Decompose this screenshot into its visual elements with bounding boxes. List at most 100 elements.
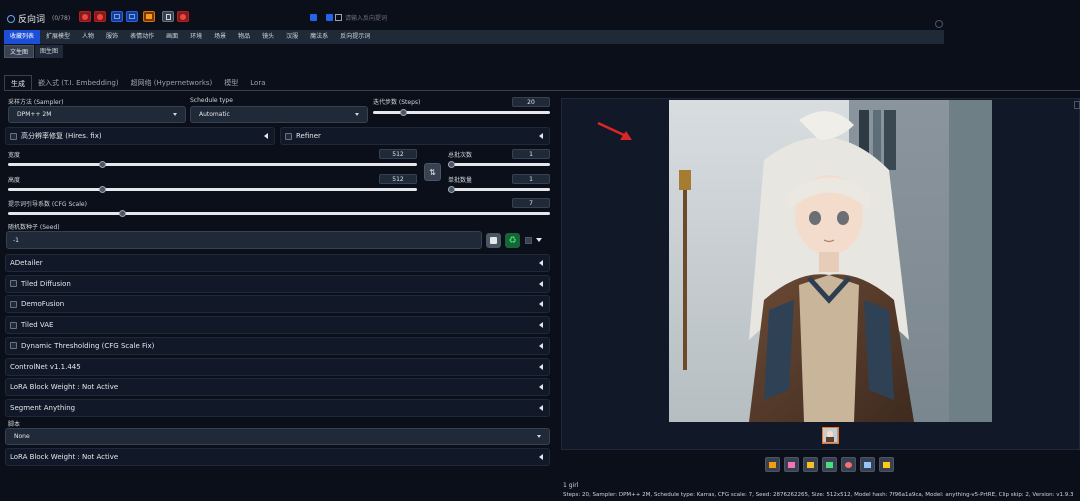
accordion-checkbox[interactable]: [10, 300, 17, 308]
extension-accordion[interactable]: Segment Anything: [5, 398, 550, 417]
output-toolbar: [765, 457, 894, 472]
cfg-label: 提示词引导系数 (CFG Scale): [8, 201, 87, 208]
height-thumb[interactable]: [99, 186, 107, 193]
panel-corner-icon[interactable]: [1074, 101, 1080, 109]
width-thumb[interactable]: [99, 161, 107, 168]
main-tab[interactable]: 模型: [218, 75, 244, 91]
batch-count-thumb[interactable]: [448, 161, 455, 168]
category-tab[interactable]: 服饰: [100, 30, 124, 44]
extension-accordion[interactable]: DemoFusion: [5, 295, 550, 314]
trash-icon: [180, 13, 186, 20]
trash-button[interactable]: [177, 11, 189, 22]
accordion-checkbox[interactable]: [10, 321, 17, 329]
history-button[interactable]: [162, 11, 174, 22]
width-input[interactable]: 512: [379, 149, 417, 159]
batch-size-thumb[interactable]: [448, 186, 455, 193]
main-tab[interactable]: 嵌入式 (T.I. Embedding): [32, 75, 125, 91]
batch-size-input[interactable]: 1: [512, 174, 550, 184]
lora-block-weight-bottom-label: LoRA Block Weight : Not Active: [10, 453, 119, 461]
category-tab[interactable]: 魔法系: [304, 30, 334, 44]
main-tab[interactable]: Lora: [244, 75, 271, 91]
hires-fix-checkbox[interactable]: [10, 132, 17, 140]
cfg-thumb[interactable]: [118, 210, 126, 217]
copy-button[interactable]: [111, 11, 123, 22]
reuse-seed-button[interactable]: ♻: [505, 233, 520, 248]
height-slider[interactable]: [8, 186, 417, 193]
open-folder-button[interactable]: [765, 457, 780, 472]
extra-seed-checkbox[interactable]: [525, 237, 532, 244]
sampler-select[interactable]: DPM++ 2M: [8, 106, 186, 123]
category-tab[interactable]: 环境: [184, 30, 208, 44]
steps-thumb[interactable]: [400, 109, 408, 116]
batch-count-slider[interactable]: [448, 161, 550, 168]
zip-button[interactable]: [803, 457, 818, 472]
category-tab[interactable]: 反向提示词: [334, 30, 376, 44]
steps-slider[interactable]: [373, 109, 550, 116]
width-slider[interactable]: [8, 161, 417, 168]
blue-buttons: [111, 11, 138, 22]
image-thumbnail[interactable]: [822, 427, 839, 444]
seed-input[interactable]: -1: [6, 231, 482, 249]
accordion-checkbox[interactable]: [10, 342, 17, 350]
delete-button[interactable]: [94, 11, 106, 22]
translate-checkbox[interactable]: [326, 14, 333, 21]
extension-accordion[interactable]: Dynamic Thresholding (CFG Scale Fix): [5, 336, 550, 355]
extension-accordion[interactable]: ADetailer: [5, 254, 550, 272]
main-tab[interactable]: 生成: [4, 75, 32, 91]
send-to-img2img-button[interactable]: [822, 457, 837, 472]
batch-size-slider[interactable]: [448, 186, 550, 193]
collapse-icon: [539, 280, 543, 287]
magic-button[interactable]: [879, 457, 894, 472]
send-to-inpaint-button[interactable]: [841, 457, 856, 472]
schedule-select[interactable]: Automatic: [190, 106, 368, 123]
subnav-tab[interactable]: 图生图: [35, 45, 64, 58]
refiner-checkbox[interactable]: [285, 132, 292, 140]
cfg-input[interactable]: 7: [512, 198, 550, 208]
extension-accordion[interactable]: Tiled Diffusion: [5, 274, 550, 293]
collapse-icon: [539, 342, 543, 349]
category-tab[interactable]: 场景: [208, 30, 232, 44]
extension-accordion[interactable]: LoRA Block Weight : Not Active: [5, 378, 550, 397]
swap-dimensions-button[interactable]: ⇅: [424, 163, 441, 181]
favorite-button[interactable]: [143, 11, 155, 22]
settings-icon[interactable]: [935, 20, 943, 28]
category-tab[interactable]: 画面: [160, 30, 184, 44]
refiner-accordion[interactable]: Refiner: [280, 127, 550, 145]
toggle-box[interactable]: [335, 14, 342, 21]
save-button[interactable]: [784, 457, 799, 472]
extension-accordion[interactable]: ControlNet v1.1.445: [5, 357, 550, 376]
hires-fix-accordion[interactable]: 高分辨率修复 (Hires. fix): [5, 127, 275, 145]
refiner-label: Refiner: [296, 132, 321, 140]
category-tab[interactable]: 汉服: [280, 30, 304, 44]
width-label: 宽度: [8, 152, 21, 159]
lora-block-weight-bottom-accordion[interactable]: LoRA Block Weight : Not Active: [5, 448, 550, 466]
category-tab[interactable]: 物品: [232, 30, 256, 44]
cfg-slider[interactable]: [8, 210, 550, 217]
enable-checkbox[interactable]: [310, 14, 317, 21]
main-tab[interactable]: 超网络 (Hypernetworks): [125, 75, 219, 91]
paste-button[interactable]: [126, 11, 138, 22]
category-tab[interactable]: 表情动作: [124, 30, 160, 44]
clear-icon: [82, 13, 88, 20]
generated-image[interactable]: [669, 100, 992, 422]
subnav-tab[interactable]: 文生图: [4, 45, 35, 58]
category-tab[interactable]: 扩展模型: [40, 30, 76, 44]
lamp-head: [679, 170, 691, 190]
folder-icon: [769, 461, 776, 468]
negative-prompt-search-input[interactable]: [345, 13, 905, 23]
category-tab[interactable]: 镜头: [256, 30, 280, 44]
collapse-icon: [539, 301, 543, 308]
random-seed-button[interactable]: [486, 233, 501, 248]
script-select[interactable]: None: [5, 428, 550, 445]
schedule-label: Schedule type: [190, 97, 233, 104]
send-to-extras-button[interactable]: [860, 457, 875, 472]
extra-seed-toggle-icon[interactable]: [536, 238, 542, 242]
extension-accordion[interactable]: Tiled VAE: [5, 316, 550, 335]
clear-button[interactable]: [79, 11, 91, 22]
batch-count-input[interactable]: 1: [512, 149, 550, 159]
category-tab[interactable]: 人物: [76, 30, 100, 44]
accordion-checkbox[interactable]: [10, 280, 17, 288]
height-input[interactable]: 512: [379, 174, 417, 184]
category-tab[interactable]: 收藏列表: [4, 30, 41, 44]
steps-input[interactable]: 20: [512, 97, 550, 107]
